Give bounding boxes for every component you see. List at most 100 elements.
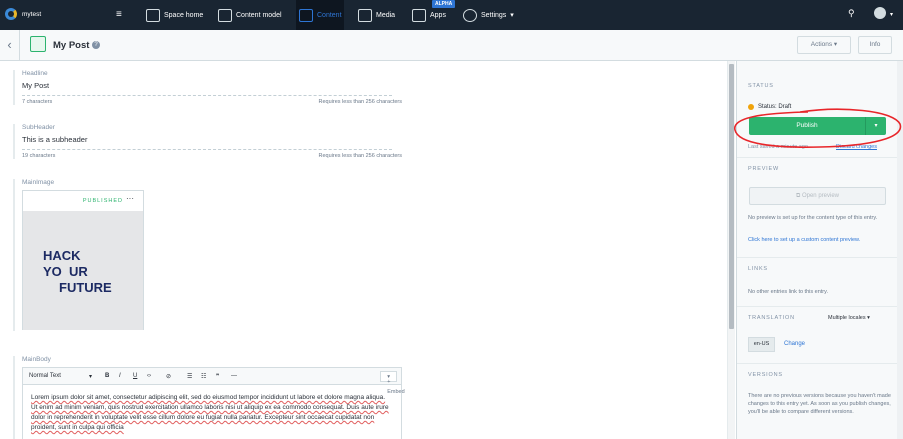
chevron-down-icon[interactable]: ▾ <box>865 117 886 135</box>
locale-tag: en-US <box>748 337 775 352</box>
field-headline: Headline My Post 7 characters Requires l… <box>13 70 402 105</box>
nav-content-model[interactable]: Content model <box>218 6 282 24</box>
asset-status: PUBLISHED ··· <box>23 191 143 211</box>
italic-icon[interactable]: I <box>119 373 121 379</box>
status-text: Status: Draft <box>758 104 792 110</box>
nav-media[interactable]: Media <box>358 6 395 24</box>
locale-mode-label: Multiple locales <box>828 315 866 321</box>
content-model-icon <box>218 8 232 22</box>
nav-apps[interactable]: Apps <box>412 6 446 24</box>
status-heading: STATUS <box>748 83 774 89</box>
more-options-icon[interactable]: ··· <box>126 194 134 203</box>
actions-button[interactable]: Actions ▾ <box>797 36 851 54</box>
body-text[interactable]: Lorem ipsum dolor sit amet, consectetur … <box>23 385 401 439</box>
search-icon[interactable]: ⚲ <box>848 8 855 19</box>
nav-space-home[interactable]: Space home <box>146 6 203 24</box>
code-icon[interactable]: ‹› <box>147 373 151 379</box>
asset-thumbnail[interactable]: HACK YO UR FUTURE <box>23 211 143 330</box>
char-limit-hint: Requires less than 256 characters <box>318 153 402 159</box>
page-title: My Post <box>53 40 90 51</box>
apps-icon <box>412 8 426 22</box>
horizontal-rule-icon[interactable]: — <box>231 373 237 379</box>
entry-edit-icon <box>30 36 46 52</box>
divider <box>737 257 903 258</box>
hack-your-future-logo: HACK YO UR FUTURE <box>43 248 112 296</box>
chevron-down-icon[interactable]: ▾ <box>890 11 893 18</box>
field-meta: 19 characters Requires less than 256 cha… <box>22 153 402 159</box>
entry-editor: Headline My Post 7 characters Requires l… <box>0 61 736 439</box>
field-mainimage: MainImage PUBLISHED ··· HACK YO UR FUTUR… <box>13 179 144 331</box>
content-icon <box>299 8 313 22</box>
nav-label: Media <box>376 11 396 19</box>
open-preview-label: Open preview <box>801 193 839 199</box>
asset-card[interactable]: PUBLISHED ··· HACK YO UR FUTURE <box>22 190 144 330</box>
nav-label: Space home <box>164 11 204 19</box>
change-locale-link[interactable]: Change <box>784 341 805 347</box>
published-badge: PUBLISHED <box>82 198 123 204</box>
home-icon <box>146 8 160 22</box>
entry-header: ‹ My Post ? <box>0 30 903 61</box>
subheader-input[interactable]: This is a subheader <box>22 135 392 150</box>
field-subheader: SubHeader This is a subheader 19 charact… <box>13 124 402 159</box>
hamburger-menu-icon[interactable]: ≡ <box>116 9 122 20</box>
actions-label: Actions <box>810 41 833 48</box>
headline-input[interactable]: My Post <box>22 81 392 96</box>
status-dot <box>748 104 754 110</box>
external-link-icon: ⧉ <box>796 193 801 199</box>
nav-label: Settings <box>481 11 507 19</box>
nav-label: Content model <box>236 11 282 19</box>
numbered-list-icon[interactable]: ☷ <box>201 373 206 380</box>
contentful-logo-icon[interactable] <box>5 8 17 20</box>
info-button[interactable]: Info <box>858 36 892 54</box>
chevron-down-icon[interactable]: ▾ <box>89 373 92 380</box>
nav-label: Content <box>317 11 342 19</box>
avatar[interactable] <box>874 7 886 19</box>
versions-text: There are no previous versions because y… <box>748 393 891 415</box>
open-preview-button[interactable]: ⧉ Open preview <box>749 187 886 205</box>
quote-icon[interactable]: ❞ <box>216 373 219 380</box>
status-indicator: Status: Draft <box>748 104 791 110</box>
link-icon[interactable]: ⊘ <box>166 373 171 380</box>
help-icon[interactable]: ? <box>92 41 100 49</box>
bullet-list-icon[interactable]: ☰ <box>187 373 192 380</box>
nav-settings[interactable]: Settings ▾ <box>463 6 514 24</box>
format-select[interactable]: Normal Text <box>29 373 61 379</box>
char-count: 7 characters <box>22 99 53 105</box>
logo-line: HACK <box>43 248 81 263</box>
nav-label: Apps <box>430 11 446 19</box>
field-label: MainBody <box>22 356 51 363</box>
preview-heading: PREVIEW <box>748 166 779 172</box>
field-label: MainImage <box>22 179 55 186</box>
gear-icon <box>463 8 477 22</box>
underline-icon[interactable]: U <box>133 373 137 379</box>
divider <box>737 157 903 158</box>
sidebar-scrollbar[interactable] <box>897 61 903 439</box>
back-button[interactable]: ‹ <box>0 30 20 61</box>
setup-preview-link[interactable]: Click here to set up a custom content pr… <box>748 236 894 244</box>
divider <box>737 306 903 307</box>
locale-mode-select[interactable]: Multiple locales ▾ <box>828 315 870 321</box>
publish-button-group: Publish ▾ <box>749 117 886 135</box>
links-heading: LINKS <box>748 266 768 272</box>
bold-icon[interactable]: B <box>105 373 109 379</box>
publish-button[interactable]: Publish <box>749 117 865 135</box>
no-preview-text: No preview is set up for the content typ… <box>748 215 878 221</box>
no-links-text: No other entries link to this entry. <box>748 289 828 295</box>
entry-sidebar: STATUS Status: Draft Publish ▾ Last save… <box>736 61 903 439</box>
field-mainbody: MainBody Normal Text ▾ B I U ‹› ⊘ ☰ ☷ ❞ … <box>13 356 405 439</box>
space-name[interactable]: mytest <box>22 11 41 18</box>
logo-line: YO UR <box>43 264 88 279</box>
editor-scrollbar[interactable] <box>727 61 735 439</box>
embed-label: + Embed <box>387 379 405 395</box>
translation-heading: TRANSLATION <box>748 315 795 321</box>
discard-changes-link[interactable]: Discard changes <box>836 144 877 150</box>
alpha-badge: ALPHA <box>432 0 456 8</box>
media-icon <box>358 8 372 22</box>
divider <box>737 363 903 364</box>
top-navbar: mytest ≡ Space home Content model Conten… <box>0 0 903 30</box>
field-meta: 7 characters Requires less than 256 char… <box>22 99 402 105</box>
embed-button[interactable]: + Embed ▾ <box>380 371 405 395</box>
scroll-thumb[interactable] <box>729 64 734 329</box>
versions-heading: VERSIONS <box>748 372 783 378</box>
nav-content[interactable]: Content <box>299 6 342 24</box>
